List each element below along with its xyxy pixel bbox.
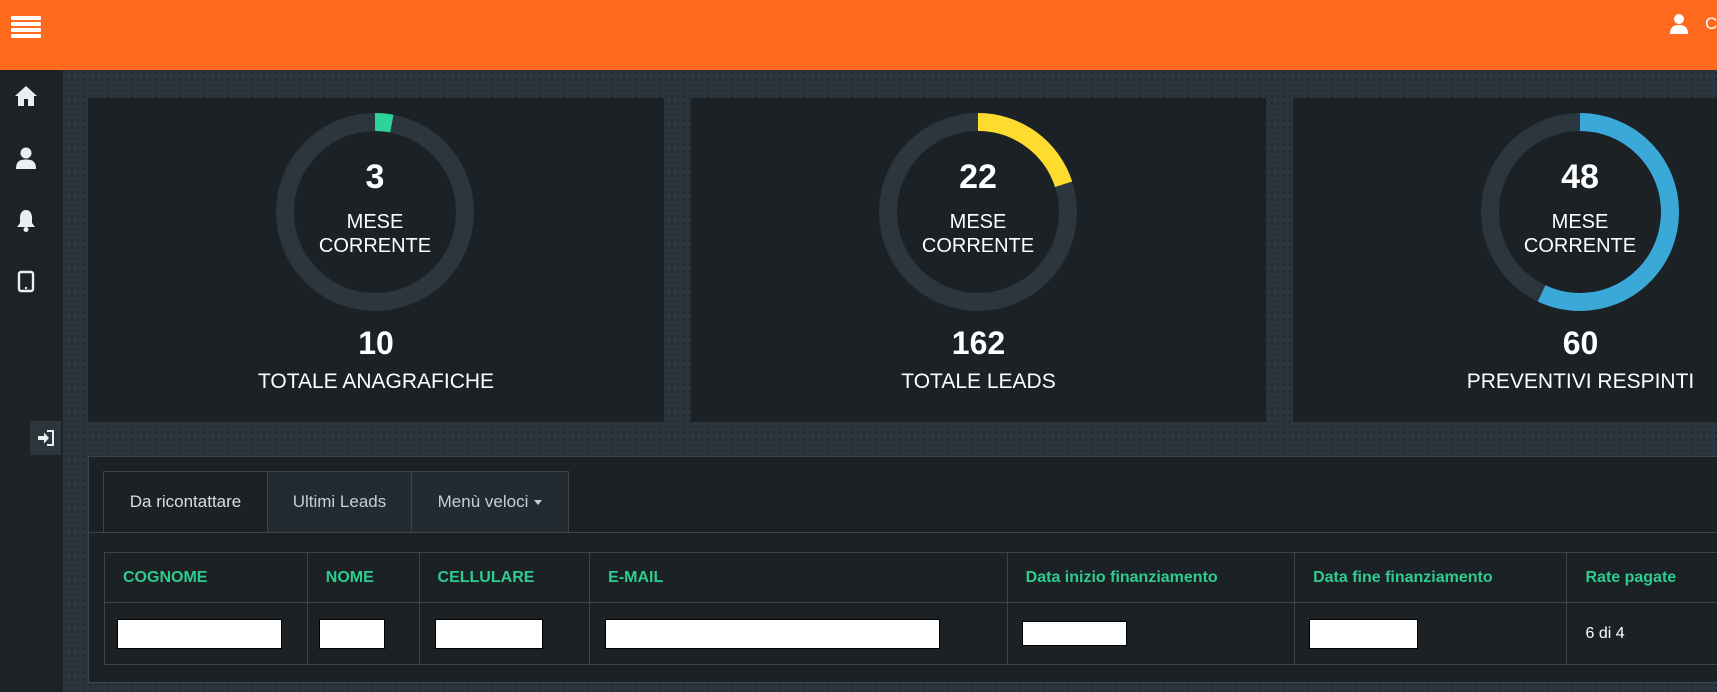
stat-card-preventivi: 48 MESE CORRENTE 60 PREVENTIVI RESPINTI — [1293, 98, 1717, 422]
tab-label: Da ricontattare — [129, 492, 242, 511]
month-caption: MESE CORRENTE — [315, 210, 435, 258]
month-caption: MESE CORRENTE — [1520, 210, 1640, 258]
total-label: TOTALE LEADS — [901, 370, 1056, 393]
tablet-icon[interactable] — [12, 268, 40, 296]
caption-line: MESE — [346, 211, 404, 233]
table-header-row: COGNOME NOME CELLULARE E-MAIL Data inizi… — [104, 552, 1717, 603]
cell-cognome — [104, 602, 308, 665]
caption-line: MESE — [1551, 211, 1609, 233]
column-header-cellulare[interactable]: CELLULARE — [418, 552, 591, 603]
cell-rate-pagate: 6 di 4 — [1566, 602, 1717, 665]
caption-line: CORRENTE — [318, 235, 432, 257]
month-value: 22 — [959, 158, 997, 196]
caption-line: CORRENTE — [1523, 235, 1637, 257]
cell-data-fine — [1294, 602, 1568, 665]
redacted-box — [1021, 621, 1127, 646]
stat-card-anagrafiche: 3 MESE CORRENTE 10 TOTALE ANAGRAFICHE — [88, 98, 664, 422]
column-header-rate-pagate[interactable]: Rate pagate — [1566, 552, 1717, 603]
redacted-box — [117, 618, 282, 649]
total-value: 60 — [1562, 325, 1599, 361]
ring-center: 48 MESE CORRENTE — [1480, 112, 1680, 312]
hamburger-menu-icon[interactable] — [11, 16, 41, 40]
redacted-box — [605, 618, 941, 649]
caption-line: MESE — [949, 211, 1007, 233]
column-header-nome[interactable]: NOME — [306, 552, 420, 603]
recontact-table: COGNOME NOME CELLULARE E-MAIL Data inizi… — [104, 552, 1717, 665]
tab-label: Ultimi Leads — [292, 492, 387, 511]
tab-ultimi-leads[interactable]: Ultimi Leads — [267, 471, 412, 533]
total-label: PREVENTIVI RESPINTI — [1466, 370, 1695, 393]
cell-cellulare — [418, 602, 591, 665]
redacted-box — [434, 618, 543, 649]
main-content: 3 MESE CORRENTE 10 TOTALE ANAGRAFICHE 22… — [63, 70, 1717, 692]
month-value: 3 — [365, 158, 385, 196]
sign-in-icon — [38, 430, 54, 446]
bell-icon[interactable] — [12, 206, 40, 234]
home-icon[interactable] — [12, 82, 40, 110]
table-row[interactable]: 6 di 4 — [104, 602, 1717, 665]
cell-nome — [306, 602, 420, 665]
user-icon[interactable] — [1667, 12, 1691, 36]
column-header-email[interactable]: E-MAIL — [589, 552, 1008, 603]
tabs-panel: Da ricontattare Ultimi Leads Menù veloci… — [88, 456, 1717, 683]
month-caption: MESE CORRENTE — [918, 210, 1038, 258]
ring-center: 22 MESE CORRENTE — [878, 112, 1078, 312]
month-value: 48 — [1561, 158, 1599, 196]
caption-line: CORRENTE — [921, 235, 1035, 257]
total-label: TOTALE ANAGRAFICHE — [257, 370, 495, 393]
user-name[interactable]: C — [1705, 14, 1717, 34]
stat-card-leads: 22 MESE CORRENTE 162 TOTALE LEADS — [691, 98, 1266, 422]
user-icon[interactable] — [12, 144, 40, 172]
column-header-data-inizio[interactable]: Data inizio finanziamento — [1006, 552, 1296, 603]
sidebar — [0, 70, 63, 692]
tab-menu-veloci[interactable]: Menù veloci — [411, 471, 569, 533]
tab-label: Menù veloci — [437, 492, 529, 511]
tab-da-ricontattare[interactable]: Da ricontattare — [103, 471, 268, 533]
ring-center: 3 MESE CORRENTE — [275, 112, 475, 312]
total-value: 162 — [951, 325, 1006, 361]
redacted-box — [1309, 618, 1419, 649]
column-header-data-fine[interactable]: Data fine finanziamento — [1294, 552, 1568, 603]
redacted-box — [318, 618, 385, 649]
logout-button[interactable] — [30, 421, 61, 455]
cell-data-inizio — [1006, 602, 1296, 665]
tab-divider — [89, 532, 1717, 533]
cell-email — [589, 602, 1008, 665]
column-header-cognome[interactable]: COGNOME — [104, 552, 308, 603]
top-bar: C — [0, 0, 1717, 70]
total-value: 10 — [358, 325, 394, 361]
caret-down-icon — [534, 500, 543, 506]
